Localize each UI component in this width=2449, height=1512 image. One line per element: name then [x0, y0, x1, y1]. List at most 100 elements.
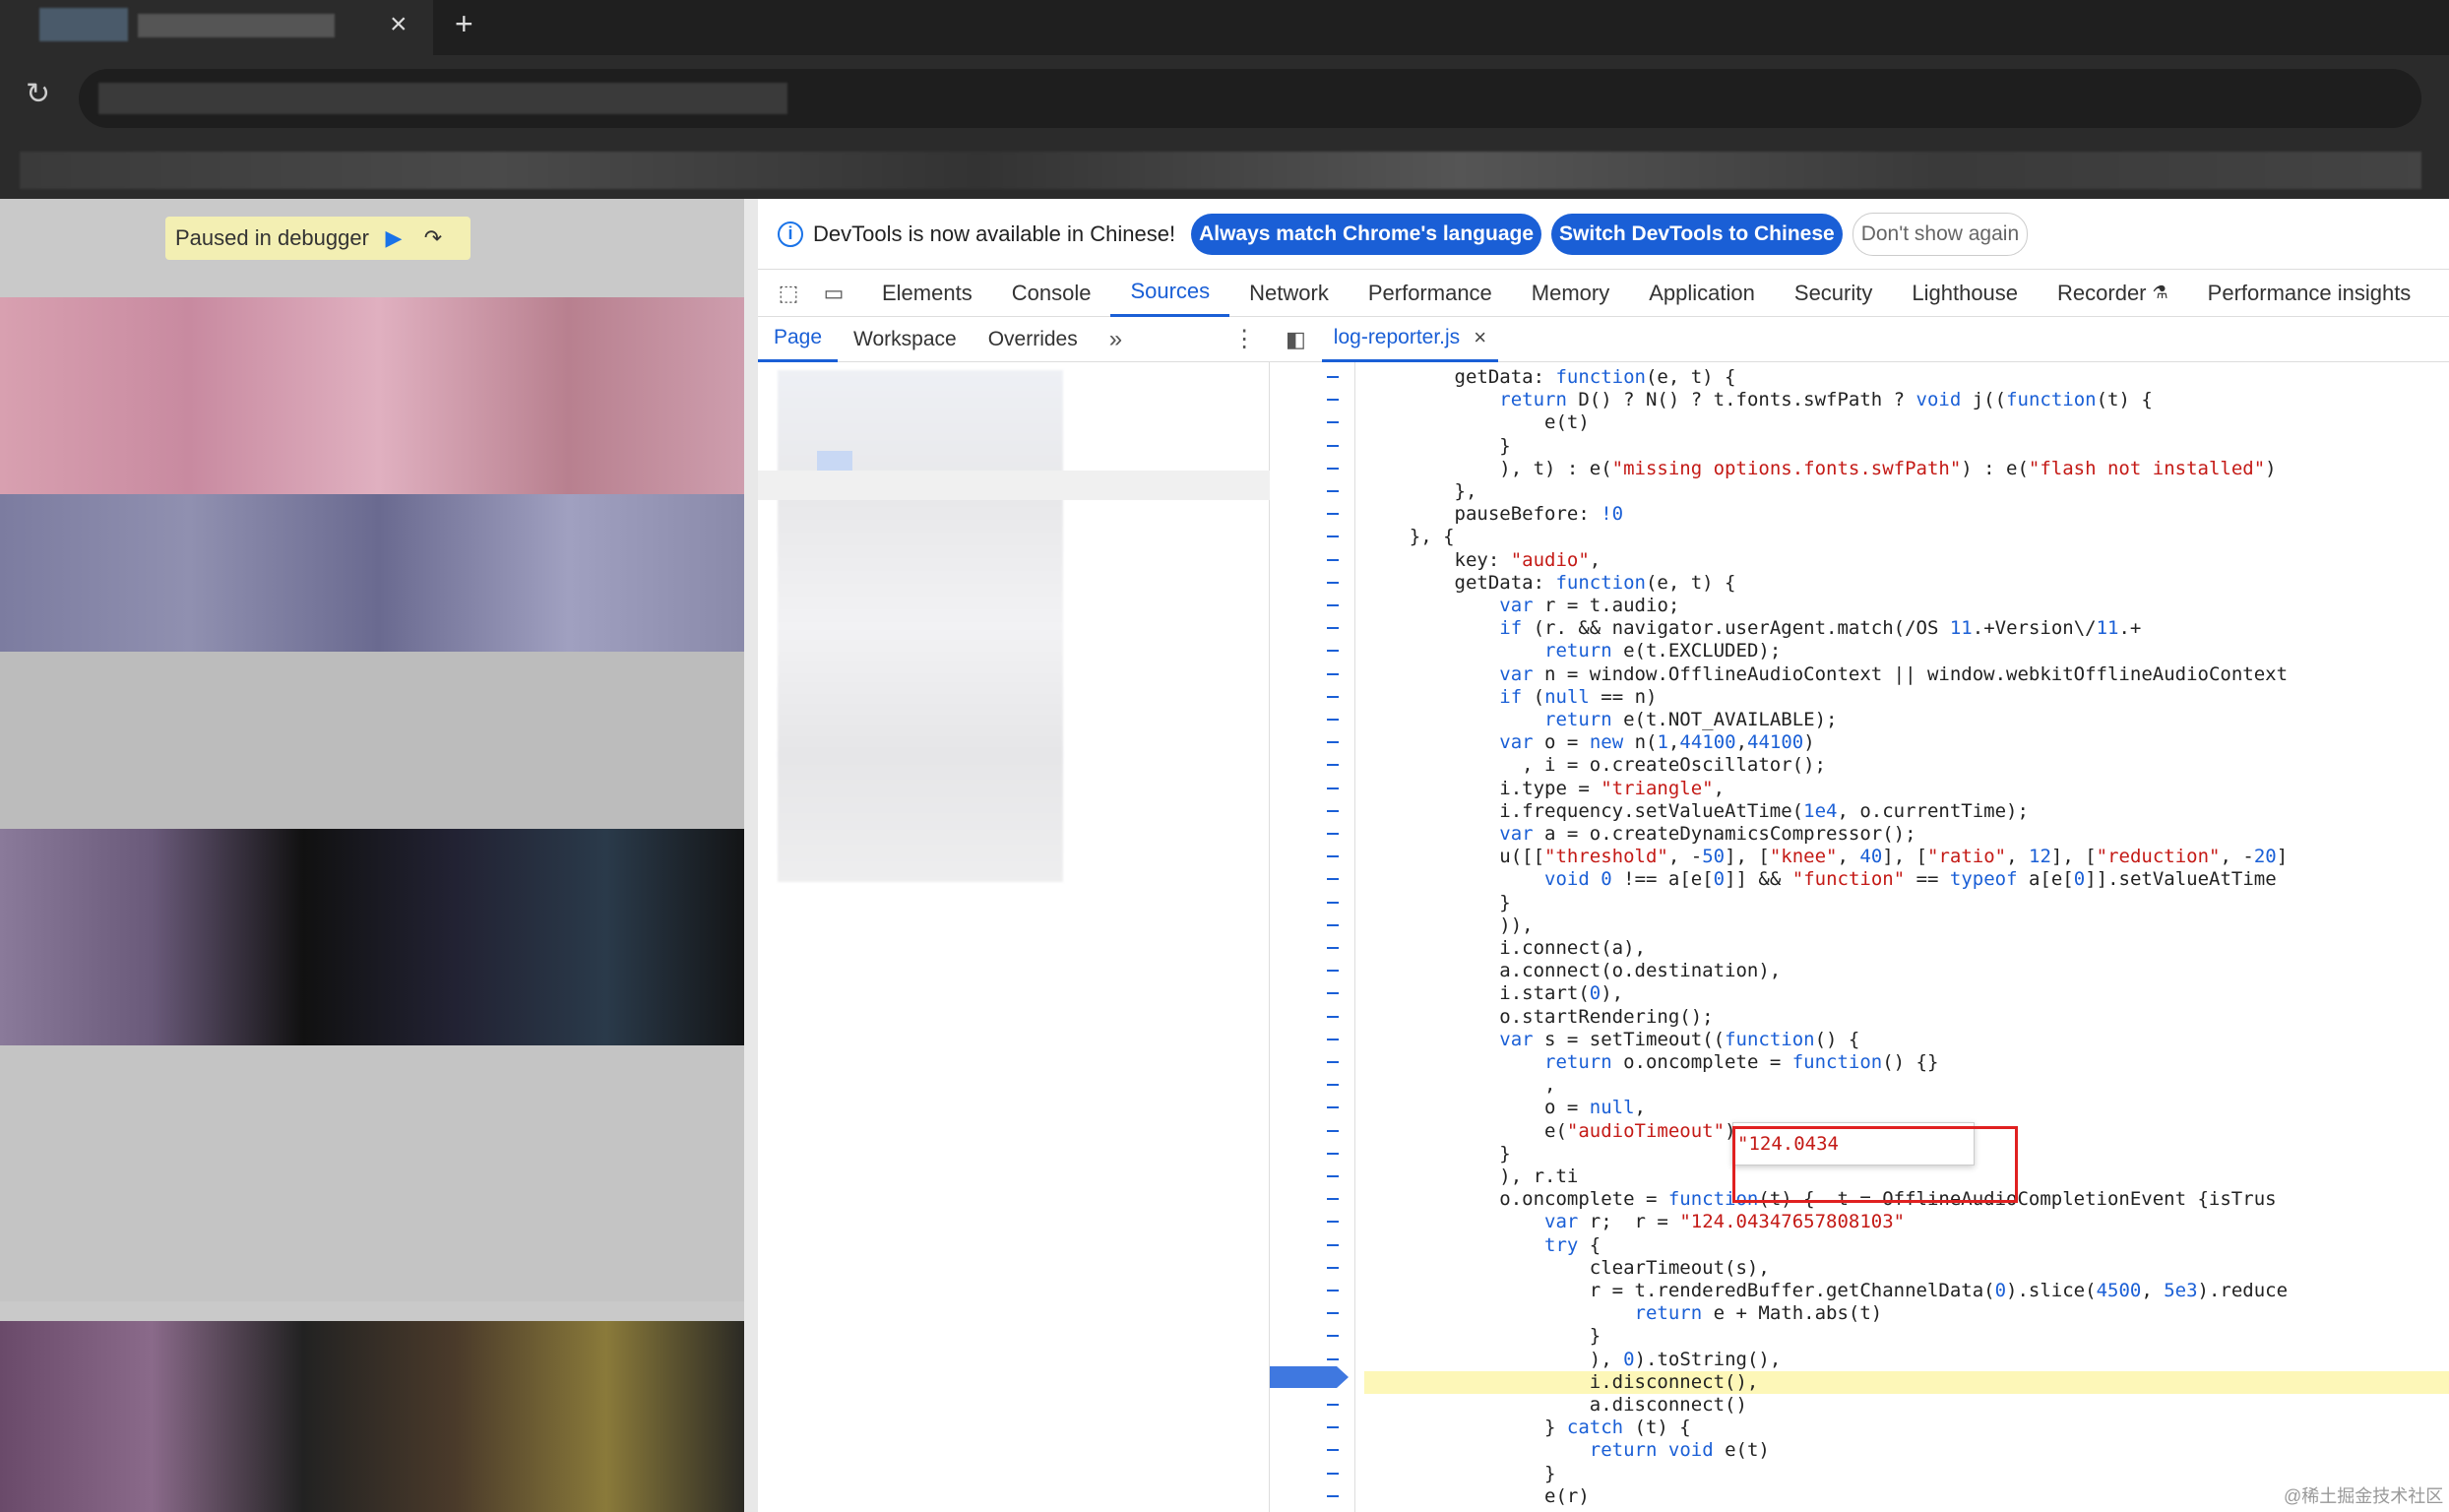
gutter-line-marker[interactable] — [1327, 1266, 1339, 1269]
gutter-line-marker[interactable] — [1327, 1335, 1339, 1338]
device-toolbar-icon[interactable]: ▭ — [819, 279, 848, 308]
paused-label: Paused in debugger — [175, 225, 369, 250]
code-line: var n = window.OfflineAudioContext || wi… — [1499, 662, 2289, 685]
file-tab-log-reporter[interactable]: log-reporter.js × — [1321, 317, 1499, 362]
gutter-line-marker[interactable] — [1327, 1129, 1339, 1132]
tab-sources[interactable]: Sources — [1110, 270, 1230, 317]
line-gutter[interactable] — [1270, 362, 1355, 1512]
code-line: } — [1364, 434, 1511, 457]
gutter-line-marker[interactable] — [1327, 627, 1339, 630]
browser-tab[interactable]: × — [0, 0, 433, 55]
gutter-line-marker[interactable] — [1327, 1175, 1339, 1177]
gutter-line-marker[interactable] — [1327, 1357, 1339, 1360]
file-tree[interactable] — [778, 370, 1063, 882]
bookmark-items[interactable] — [20, 152, 2421, 189]
gutter-line-marker[interactable] — [1327, 513, 1339, 516]
gutter-line-marker[interactable] — [1327, 1449, 1339, 1452]
gutter-line-marker[interactable] — [1327, 604, 1339, 606]
subtab-page[interactable]: Page — [758, 317, 839, 362]
gutter-line-marker[interactable] — [1327, 467, 1339, 470]
address-bar[interactable] — [79, 69, 2421, 128]
gutter-line-marker[interactable] — [1327, 923, 1339, 926]
code-line: var r; r = "124.04347657808103" — [1544, 1211, 1906, 1233]
tab-application[interactable]: Application — [1629, 270, 1775, 317]
code-line: i.type = "triangle", — [1364, 777, 1726, 799]
new-tab-icon[interactable]: + — [455, 6, 473, 42]
gutter-line-marker[interactable] — [1327, 672, 1339, 675]
toggle-navigator-icon[interactable]: ◧ — [1270, 317, 1322, 362]
gutter-line-marker[interactable] — [1327, 1152, 1339, 1155]
breakpoint-marker[interactable] — [1270, 1366, 1349, 1388]
subtab-overrides[interactable]: Overrides — [973, 317, 1094, 362]
gutter-line-marker[interactable] — [1327, 741, 1339, 744]
gutter-line-marker[interactable] — [1327, 695, 1339, 698]
gutter-line-marker[interactable] — [1327, 992, 1339, 995]
tab-performance[interactable]: Performance — [1349, 270, 1512, 317]
file-tree-row[interactable] — [758, 471, 1270, 500]
gutter-line-marker[interactable] — [1327, 1106, 1339, 1109]
gutter-line-marker[interactable] — [1327, 376, 1339, 378]
gutter-line-marker[interactable] — [1327, 1426, 1339, 1429]
gutter-line-marker[interactable] — [1327, 809, 1339, 812]
tab-network[interactable]: Network — [1229, 270, 1349, 317]
tab-performance-insights[interactable]: Performance insights — [2188, 270, 2431, 317]
code-editor[interactable]: getData: function(e, t) { return D() ? N… — [1270, 362, 2449, 1512]
gutter-line-marker[interactable] — [1327, 1198, 1339, 1201]
gutter-line-marker[interactable] — [1327, 855, 1339, 858]
gutter-line-marker[interactable] — [1327, 970, 1339, 973]
gutter-line-marker[interactable] — [1327, 719, 1339, 721]
gutter-line-marker[interactable] — [1327, 1061, 1339, 1063]
gutter-line-marker[interactable] — [1327, 833, 1339, 835]
gutter-line-marker[interactable] — [1327, 878, 1339, 881]
reload-icon[interactable]: ↻ — [26, 77, 50, 111]
gutter-line-marker[interactable] — [1327, 1221, 1339, 1224]
gutter-line-marker[interactable] — [1327, 1312, 1339, 1315]
gutter-line-marker[interactable] — [1327, 558, 1339, 561]
gutter-line-marker[interactable] — [1327, 947, 1339, 949]
watermark: @稀土掘金技术社区 — [2284, 1486, 2444, 1506]
dont-show-again-button[interactable]: Don't show again — [1852, 212, 2029, 256]
tab-console[interactable]: Console — [992, 270, 1111, 317]
gutter-line-marker[interactable] — [1327, 764, 1339, 767]
gutter-line-marker[interactable] — [1327, 444, 1339, 447]
gutter-line-marker[interactable] — [1327, 421, 1339, 424]
gutter-line-marker[interactable] — [1327, 787, 1339, 789]
code-line: }, — [1364, 480, 1477, 502]
subtab-workspace[interactable]: Workspace — [838, 317, 973, 362]
gutter-line-marker[interactable] — [1327, 901, 1339, 904]
tab-security[interactable]: Security — [1775, 270, 1892, 317]
more-tabs-icon[interactable]: » — [1094, 317, 1138, 362]
gutter-line-marker[interactable] — [1327, 1084, 1339, 1087]
close-file-icon[interactable]: × — [1474, 325, 1486, 350]
gutter-line-marker[interactable] — [1327, 490, 1339, 492]
gutter-line-marker[interactable] — [1327, 1243, 1339, 1246]
close-tab-icon[interactable]: × — [390, 8, 408, 41]
switch-to-chinese-button[interactable]: Switch DevTools to Chinese — [1551, 213, 1843, 255]
gutter-line-marker[interactable] — [1327, 1038, 1339, 1040]
step-over-icon[interactable]: ↷ — [418, 223, 448, 253]
match-language-button[interactable]: Always match Chrome's language — [1191, 213, 1542, 255]
tab-lighthouse[interactable]: Lighthouse — [1892, 270, 2038, 317]
code-line: i.disconnect(), — [1364, 1370, 2449, 1394]
more-options-icon[interactable]: ⋮ — [1217, 317, 1272, 362]
bookmarks-bar — [0, 142, 2449, 199]
tab-elements[interactable]: Elements — [862, 270, 992, 317]
gutter-line-marker[interactable] — [1327, 399, 1339, 402]
code-line: getData: function(e, t) { — [1364, 571, 1736, 594]
gutter-line-marker[interactable] — [1327, 1290, 1339, 1292]
gutter-line-marker[interactable] — [1327, 1404, 1339, 1406]
gutter-line-marker[interactable] — [1327, 650, 1339, 653]
tab-recorder[interactable]: Recorder ⚗ — [2038, 270, 2188, 317]
tab-memory[interactable]: Memory — [1512, 270, 1629, 317]
gutter-line-marker[interactable] — [1327, 581, 1339, 584]
code-line: } — [1364, 891, 1511, 914]
gutter-line-marker[interactable] — [1327, 1015, 1339, 1018]
code-line: var r = t.audio; — [1499, 595, 1680, 616]
resume-icon[interactable]: ▶ — [379, 223, 408, 253]
inspect-element-icon[interactable]: ⬚ — [774, 279, 803, 308]
gutter-line-marker[interactable] — [1327, 536, 1339, 538]
gutter-line-marker[interactable] — [1327, 1494, 1339, 1497]
devtools-splitter[interactable] — [744, 199, 758, 1512]
language-banner: i DevTools is now available in Chinese! … — [758, 199, 2449, 270]
gutter-line-marker[interactable] — [1327, 1472, 1339, 1475]
